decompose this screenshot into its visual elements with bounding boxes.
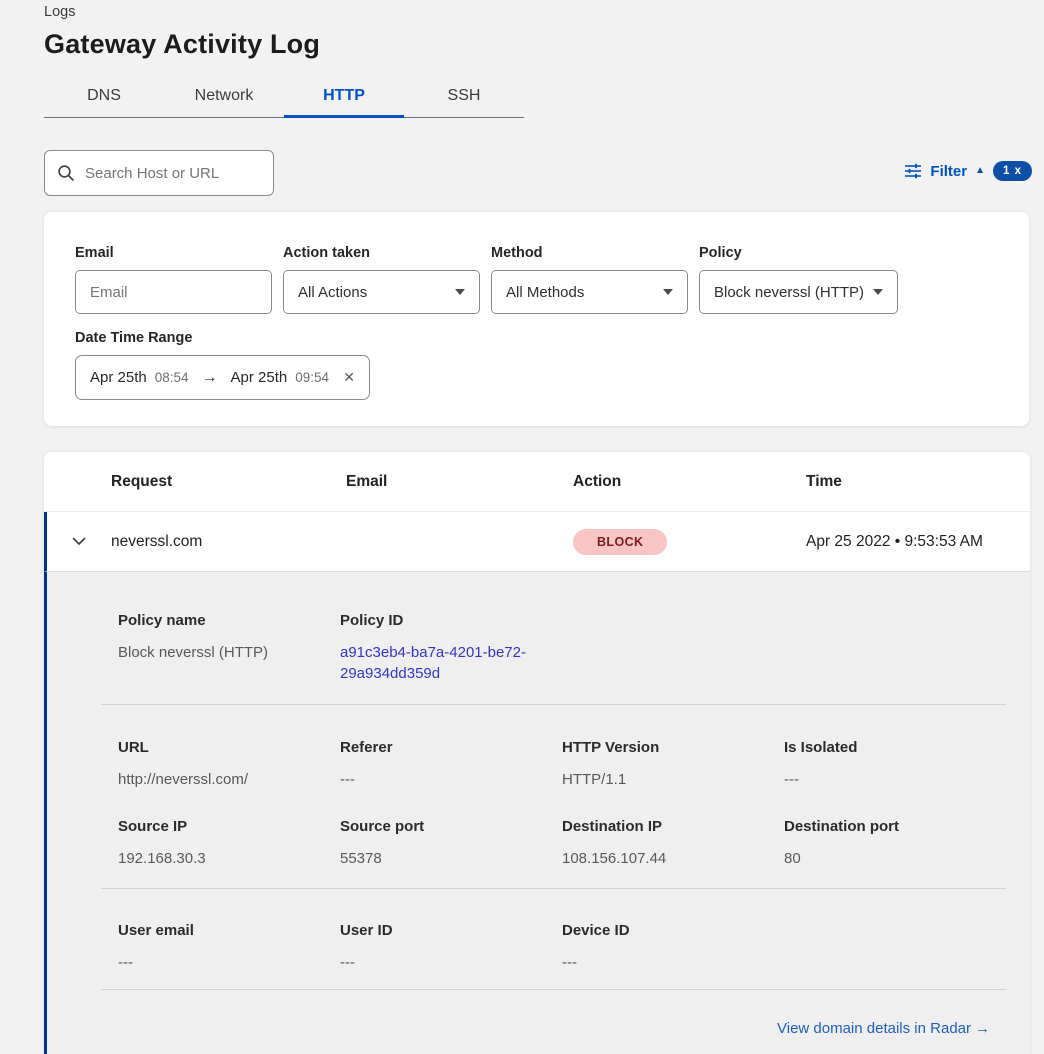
date-time-range-picker[interactable]: Apr 25th 08:54 → Apr 25th 09:54 ✕ xyxy=(75,355,370,400)
filter-label: Filter xyxy=(930,163,967,180)
action-taken-value: All Actions xyxy=(298,284,367,301)
gateway-activity-log-page: Logs Gateway Activity Log DNS Network HT… xyxy=(0,0,1044,1054)
action-taken-select[interactable]: All Actions xyxy=(283,270,480,314)
url-value: http://neverssl.com/ xyxy=(118,769,340,790)
block-action-badge: BLOCK xyxy=(573,529,667,555)
chevron-down-icon xyxy=(455,289,465,295)
source-port-value: 55378 xyxy=(340,848,562,869)
activity-log-table: Request Email Action Time neverssl.com B… xyxy=(44,452,1030,1054)
source-port-label: Source port xyxy=(340,818,562,835)
chevron-down-icon xyxy=(873,289,883,295)
policy-select[interactable]: Block neverssl (HTTP) xyxy=(699,270,898,314)
source-ip-label: Source IP xyxy=(118,818,340,835)
search-input[interactable] xyxy=(85,165,261,182)
policy-label: Policy xyxy=(699,245,898,261)
source-ip-value: 192.168.30.3 xyxy=(118,848,340,869)
search-icon xyxy=(57,164,75,182)
chevron-down-icon xyxy=(663,289,673,295)
tab-ssh[interactable]: SSH xyxy=(404,74,524,118)
date-time-range-label: Date Time Range xyxy=(75,330,1029,346)
chevron-down-icon[interactable] xyxy=(72,537,86,546)
device-id-value: --- xyxy=(562,952,784,973)
page-title: Gateway Activity Log xyxy=(44,29,320,60)
row-time: Apr 25 2022 • 9:53:53 AM xyxy=(806,533,1030,551)
table-header-row: Request Email Action Time xyxy=(44,452,1030,512)
filter-panel: Email Action taken All Actions Method Al… xyxy=(44,212,1029,426)
user-id-value: --- xyxy=(340,952,562,973)
tab-network[interactable]: Network xyxy=(164,74,284,118)
column-header-email: Email xyxy=(346,473,573,491)
filter-field-method: Method All Methods xyxy=(491,245,688,314)
policy-name-label: Policy name xyxy=(118,612,340,629)
user-email-label: User email xyxy=(118,922,340,939)
user-id-label: User ID xyxy=(340,922,562,939)
destination-port-value: 80 xyxy=(784,848,1006,869)
filter-field-policy: Policy Block neverssl (HTTP) xyxy=(699,245,898,314)
destination-port-label: Destination port xyxy=(784,818,1006,835)
view-radar-link[interactable]: View domain details in Radar→ xyxy=(777,1020,990,1037)
http-version-label: HTTP Version xyxy=(562,739,784,756)
destination-ip-label: Destination IP xyxy=(562,818,784,835)
network-section: Source IP 192.168.30.3 Source port 55378… xyxy=(47,818,1030,869)
method-value: All Methods xyxy=(506,284,584,301)
arrow-right-icon: → xyxy=(202,369,218,387)
arrow-right-icon: → xyxy=(975,1020,990,1037)
referer-label: Referer xyxy=(340,739,562,756)
user-section: User email --- User ID --- Device ID --- xyxy=(47,922,1030,973)
expanded-row-details: Policy name Block neverssl (HTTP) Policy… xyxy=(44,572,1030,1054)
policy-id-label: Policy ID xyxy=(340,612,562,629)
destination-ip-value: 108.156.107.44 xyxy=(562,848,784,869)
breadcrumb[interactable]: Logs xyxy=(44,4,75,20)
http-version-value: HTTP/1.1 xyxy=(562,769,784,790)
column-header-action: Action xyxy=(573,473,806,491)
device-id-label: Device ID xyxy=(562,922,784,939)
column-header-request: Request xyxy=(111,473,346,491)
policy-value: Block neverssl (HTTP) xyxy=(714,284,864,301)
radar-link-text: View domain details in Radar xyxy=(777,1020,971,1037)
filter-count-badge[interactable]: 1 x xyxy=(993,161,1032,181)
caret-up-icon: ▲ xyxy=(975,166,985,176)
is-isolated-label: Is Isolated xyxy=(784,739,1006,756)
row-request: neverssl.com xyxy=(111,533,346,551)
range-start-time: 08:54 xyxy=(155,370,189,385)
tab-dns[interactable]: DNS xyxy=(44,74,164,118)
url-label: URL xyxy=(118,739,340,756)
filter-sliders-icon xyxy=(904,162,922,180)
method-label: Method xyxy=(491,245,688,261)
section-divider xyxy=(101,704,1006,705)
section-divider xyxy=(101,888,1006,889)
table-row[interactable]: neverssl.com BLOCK Apr 25 2022 • 9:53:53… xyxy=(44,512,1030,572)
filter-toggle[interactable]: Filter ▲ 1 x xyxy=(904,158,1032,184)
email-filter-input[interactable] xyxy=(75,270,272,314)
clear-date-range-icon[interactable]: ✕ xyxy=(343,369,355,386)
filter-field-action-taken: Action taken All Actions xyxy=(283,245,480,314)
policy-name-value: Block neverssl (HTTP) xyxy=(118,642,340,663)
user-email-value: --- xyxy=(118,952,340,973)
is-isolated-value: --- xyxy=(784,769,1006,790)
tab-http[interactable]: HTTP xyxy=(284,74,404,118)
column-header-time: Time xyxy=(806,473,1030,491)
section-divider xyxy=(101,989,1006,990)
action-taken-label: Action taken xyxy=(283,245,480,261)
email-filter-label: Email xyxy=(75,245,272,261)
referer-value: --- xyxy=(340,769,562,790)
http-section: URL http://neverssl.com/ Referer --- HTT… xyxy=(47,739,1030,790)
range-start-date: Apr 25th xyxy=(90,369,147,386)
range-end-date: Apr 25th xyxy=(231,369,288,386)
policy-section: Policy name Block neverssl (HTTP) Policy… xyxy=(47,612,1030,684)
search-box xyxy=(44,150,274,196)
filter-field-email: Email xyxy=(75,245,272,314)
policy-id-link[interactable]: a91c3eb4-ba7a-4201-be72-29a934dd359d xyxy=(340,642,530,684)
range-end-time: 09:54 xyxy=(295,370,329,385)
log-type-tabs: DNS Network HTTP SSH xyxy=(44,74,524,118)
method-select[interactable]: All Methods xyxy=(491,270,688,314)
